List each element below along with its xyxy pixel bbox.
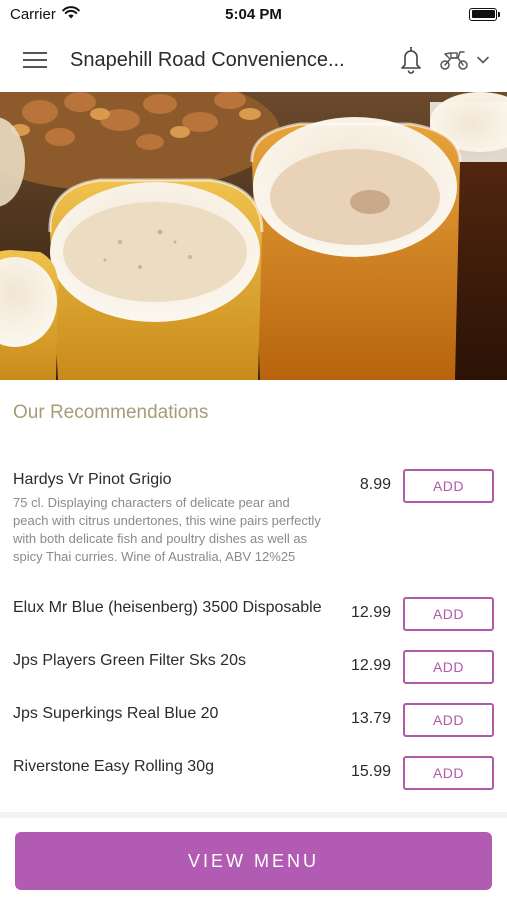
- carrier-label: Carrier: [10, 5, 56, 23]
- status-left: Carrier: [10, 6, 80, 23]
- item-info: Jps Superkings Real Blue 20: [13, 700, 335, 753]
- chevron-down-icon: [477, 56, 489, 64]
- view-menu-button[interactable]: VIEW MENU: [15, 832, 492, 890]
- list-item: Hardys Vr Pinot Grigio 75 cl. Displaying…: [0, 466, 507, 594]
- list-item: Jps Players Green Filter Sks 20s 12.99 A…: [0, 647, 507, 700]
- add-button[interactable]: ADD: [403, 597, 494, 631]
- item-name[interactable]: Hardys Vr Pinot Grigio: [13, 466, 325, 490]
- item-name[interactable]: Riverstone Easy Rolling 30g: [13, 753, 325, 777]
- item-name[interactable]: Jps Players Green Filter Sks 20s: [13, 647, 325, 671]
- battery-icon: [469, 7, 500, 21]
- store-title[interactable]: Snapehill Road Convenience...: [70, 49, 389, 72]
- item-price: 12.99: [350, 657, 391, 674]
- hero-image: [0, 92, 507, 380]
- hamburger-icon: [23, 52, 47, 68]
- status-time: 5:04 PM: [225, 5, 282, 23]
- wifi-icon: [62, 5, 80, 23]
- item-info: Elux Mr Blue (heisenberg) 3500 Disposabl…: [13, 594, 335, 647]
- item-info: Hardys Vr Pinot Grigio 75 cl. Displaying…: [13, 466, 335, 594]
- add-button[interactable]: ADD: [403, 756, 494, 790]
- section-title: Our Recommendations: [13, 402, 209, 423]
- app-header: Snapehill Road Convenience...: [0, 28, 507, 92]
- add-button[interactable]: ADD: [403, 469, 494, 503]
- item-price: 8.99: [359, 476, 391, 493]
- item-name[interactable]: Elux Mr Blue (heisenberg) 3500 Disposabl…: [13, 594, 325, 618]
- item-info: Jps Players Green Filter Sks 20s: [13, 647, 335, 700]
- list-item: Elux Mr Blue (heisenberg) 3500 Disposabl…: [0, 594, 507, 647]
- list-item: Riverstone Easy Rolling 30g 15.99 ADD: [0, 753, 507, 806]
- scooter-icon: [440, 51, 468, 70]
- item-name[interactable]: Jps Superkings Real Blue 20: [13, 700, 325, 724]
- menu-button[interactable]: [0, 28, 70, 92]
- item-info: Riverstone Easy Rolling 30g: [13, 753, 335, 806]
- recommendations-list: Hardys Vr Pinot Grigio 75 cl. Displaying…: [0, 466, 507, 806]
- item-price: 15.99: [350, 763, 391, 780]
- item-description: 75 cl. Displaying characters of delicate…: [13, 495, 321, 564]
- add-button[interactable]: ADD: [403, 703, 494, 737]
- item-price: 13.79: [350, 710, 391, 727]
- bell-icon: [401, 47, 421, 74]
- item-price: 12.99: [350, 604, 391, 621]
- add-button[interactable]: ADD: [403, 650, 494, 684]
- status-bar: Carrier 5:04 PM: [0, 0, 507, 28]
- delivery-mode-selector[interactable]: [439, 38, 489, 82]
- notifications-button[interactable]: [389, 38, 433, 82]
- divider: [0, 812, 507, 818]
- list-item: Jps Superkings Real Blue 20 13.79 ADD: [0, 700, 507, 753]
